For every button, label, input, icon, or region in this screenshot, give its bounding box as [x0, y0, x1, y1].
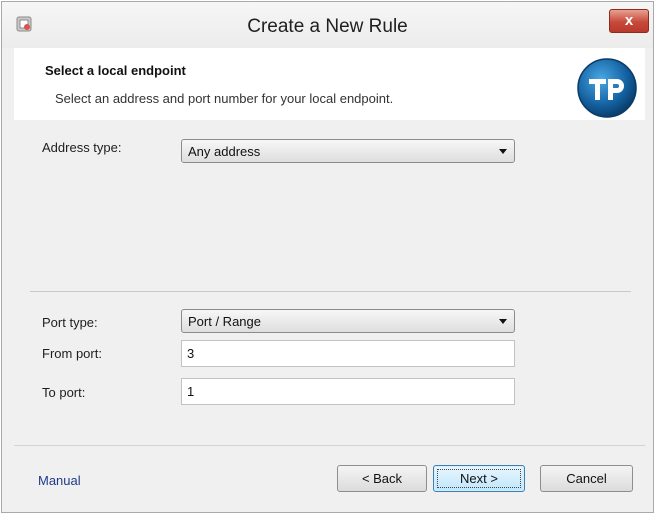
wizard-content: Address type: Any address Port type: Por…	[14, 120, 645, 445]
header-title: Select a local endpoint	[45, 63, 186, 78]
manual-link[interactable]: Manual	[38, 473, 81, 488]
to-port-label: To port:	[42, 385, 86, 400]
from-port-input[interactable]: 3	[181, 340, 515, 367]
footer-divider	[14, 445, 645, 446]
focus-ring	[437, 469, 521, 488]
port-type-select[interactable]: Port / Range	[181, 309, 515, 333]
close-button[interactable]: x	[609, 9, 649, 33]
bottom-strip	[0, 513, 659, 518]
back-button[interactable]: < Back	[337, 465, 427, 492]
from-port-value: 3	[187, 346, 195, 361]
port-type-label: Port type:	[42, 315, 98, 330]
create-rule-dialog: Create a New Rule x Select a local endpo…	[1, 1, 654, 513]
cancel-button[interactable]: Cancel	[540, 465, 633, 492]
address-type-select[interactable]: Any address	[181, 139, 515, 163]
section-divider	[30, 291, 631, 292]
address-type-value: Any address	[188, 144, 261, 159]
close-icon: x	[624, 12, 634, 29]
wizard-header: Select a local endpoint Select an addres…	[14, 48, 645, 121]
chevron-down-icon	[499, 319, 507, 324]
address-type-label: Address type:	[42, 140, 122, 155]
chevron-down-icon	[499, 149, 507, 154]
to-port-input[interactable]: 1	[181, 378, 515, 405]
tp-logo-icon	[577, 58, 637, 118]
next-button[interactable]: Next >	[433, 465, 525, 492]
to-port-value: 1	[187, 384, 195, 399]
title-bar[interactable]: Create a New Rule x	[2, 2, 653, 48]
port-type-value: Port / Range	[188, 314, 261, 329]
from-port-label: From port:	[42, 346, 102, 361]
window-title: Create a New Rule	[247, 16, 408, 37]
header-subtitle: Select an address and port number for yo…	[55, 91, 394, 106]
